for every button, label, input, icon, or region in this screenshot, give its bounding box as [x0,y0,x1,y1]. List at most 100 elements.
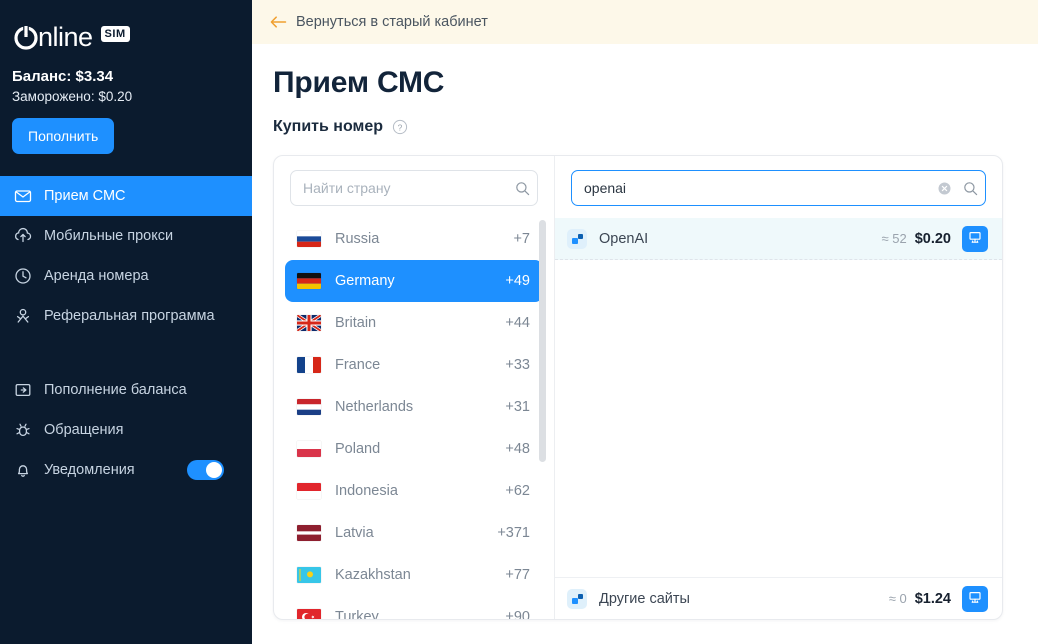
sidebar-item-label: Уведомления [44,462,135,478]
bug-icon [13,420,33,440]
service-search-box[interactable] [571,170,986,206]
service-row-openai[interactable]: OpenAI ≈ 52 $0.20 [555,218,1002,260]
sidebar-item-label: Прием СМС [44,188,126,204]
buy-number-subhead: Купить номер ? [252,100,1038,136]
country-search-box[interactable] [290,170,538,206]
country-row[interactable]: Russia +7 [285,218,543,260]
country-search-row [274,156,554,214]
country-code: +49 [505,273,530,289]
subhead-label: Купить номер [273,118,384,135]
service-results-list: OpenAI ≈ 52 $0.20 Другие сайты ≈ 0 $1.24 [555,214,1002,619]
country-row[interactable]: Turkey +90 [285,596,543,619]
service-row-other-sites[interactable]: Другие сайты ≈ 0 $1.24 [555,577,1002,619]
sidebar-item-label: Обращения [44,422,124,438]
country-list[interactable]: Russia +7 Germany +49 Britain +44 France… [274,214,554,619]
sidebar-item-balance-topup[interactable]: Пополнение баланса [0,370,252,410]
service-search-input[interactable] [572,171,933,205]
country-code: +48 [505,441,530,457]
country-search-input[interactable] [291,171,507,205]
notifications-toggle[interactable] [187,460,224,480]
power-icon [12,23,40,51]
flag-de-icon [297,273,321,289]
sidebar-item-label: Аренда номера [44,268,149,284]
service-name: OpenAI [599,230,649,247]
country-name: Indonesia [335,483,398,499]
cart-icon [968,590,982,607]
question-circle-icon[interactable]: ? [392,119,408,135]
country-name: Netherlands [335,399,414,415]
country-row[interactable]: Netherlands +31 [285,386,543,428]
country-scrollbar-thumb[interactable] [539,220,546,462]
country-row-selected[interactable]: Germany +49 [285,260,543,302]
country-name: Germany [335,273,395,289]
country-panel: Russia +7 Germany +49 [274,156,555,619]
country-name: Kazakhstan [335,567,411,583]
sidebar-nav-primary: Прием СМС Мобильные прокси Аренда номера… [0,176,252,336]
referral-person-icon [13,306,33,326]
country-row[interactable]: France +33 [285,344,543,386]
flag-gb-icon [297,315,321,331]
buy-cart-button[interactable] [962,225,988,252]
country-name: Latvia [335,525,374,541]
sidebar-item-notifications[interactable]: Уведомления [0,450,252,490]
logo-sim-badge: SIM [100,26,130,42]
service-price: $0.20 [914,230,951,247]
flag-tr-icon [297,609,321,619]
country-code: +44 [505,315,530,331]
legacy-cabinet-link[interactable]: Вернуться в старый кабинет [296,14,488,30]
flag-fr-icon [297,357,321,373]
flag-lv-icon [297,525,321,541]
service-availability-count: ≈ 0 [888,591,907,606]
logo[interactable]: nline SIM [0,0,252,52]
country-code: +77 [505,567,530,583]
service-price: $1.24 [914,590,951,607]
topup-button[interactable]: Пополнить [12,118,115,154]
buy-cart-button[interactable] [962,585,988,612]
search-icon[interactable] [507,171,537,205]
sidebar-item-referral[interactable]: Реферальная программа [0,296,252,336]
country-row[interactable]: Indonesia +62 [285,470,543,512]
service-availability-count: ≈ 52 [881,231,907,246]
cart-icon [968,230,982,247]
flag-nl-icon [297,399,321,415]
frozen-label: Заморожено: $0.20 [12,89,133,104]
country-code: +90 [505,609,530,619]
sidebar-item-label: Реферальная программа [44,308,215,324]
card-in-icon [13,380,33,400]
country-code: +33 [505,357,530,373]
country-name: Turkey [335,609,379,619]
country-name: Poland [335,441,381,457]
flag-kz-icon [297,567,321,583]
flag-id-icon [297,483,321,499]
clear-circle-icon[interactable] [933,171,955,205]
service-tile-icon [567,588,587,609]
page-title: Прием СМС [273,66,445,99]
country-name: France [335,357,381,373]
search-icon[interactable] [955,171,985,205]
country-code: +371 [497,525,530,541]
country-row[interactable]: Britain +44 [285,302,543,344]
buy-number-card: Russia +7 Germany +49 [273,155,1003,620]
country-row[interactable]: Kazakhstan +77 [285,554,543,596]
sidebar-item-proxy[interactable]: Мобильные прокси [0,216,252,256]
sidebar-item-label: Мобильные прокси [44,228,174,244]
sidebar-item-label: Пополнение баланса [44,382,187,398]
envelope-icon [13,186,33,206]
sidebar-item-sms[interactable]: Прием СМС [0,176,252,216]
svg-text:?: ? [398,122,403,132]
country-row[interactable]: Poland +48 [285,428,543,470]
sidebar-item-tickets[interactable]: Обращения [0,410,252,450]
country-code: +7 [513,231,530,247]
logo-text: nline [38,22,93,52]
app-root: nline SIM Баланс: $3.34 Заморожено: $0.2… [0,0,1038,644]
country-name: Britain [335,315,377,331]
sidebar-nav-secondary: Пополнение баланса Обращения Уведомления [0,370,252,490]
country-name: Russia [335,231,380,247]
sidebar-item-rent[interactable]: Аренда номера [0,256,252,296]
country-row[interactable]: Latvia +371 [285,512,543,554]
legacy-cabinet-banner[interactable]: Вернуться в старый кабинет [252,0,1038,44]
flag-ru-icon [297,231,321,247]
service-panel: OpenAI ≈ 52 $0.20 [555,156,1002,619]
balance-label: Баланс: $3.34 [12,68,114,85]
service-search-row [555,156,1002,214]
